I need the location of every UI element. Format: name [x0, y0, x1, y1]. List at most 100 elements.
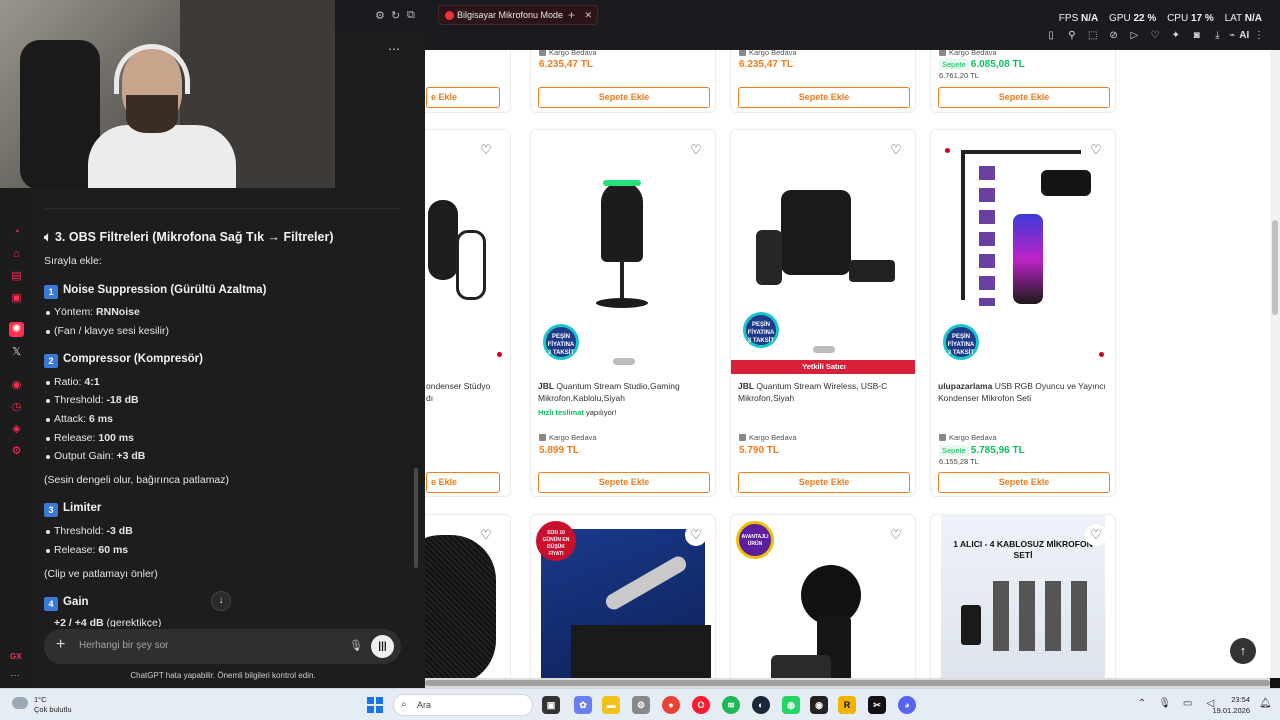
copilot-icon[interactable]: ✿: [574, 696, 592, 714]
chat-input[interactable]: Herhangi bir şey sor: [79, 640, 168, 651]
start-button[interactable]: [367, 697, 383, 713]
sidebar-player-icon[interactable]: ◉: [9, 378, 24, 393]
product-image: [601, 182, 643, 262]
favorite-icon[interactable]: ♡: [1085, 524, 1107, 546]
product-card[interactable]: ♡ PEŞİN FİYATINA 3 TAKSİT ulupazarlama U…: [930, 129, 1116, 497]
product-card[interactable]: ♡: [425, 514, 511, 678]
screenshot-icon[interactable]: ⬚: [1084, 30, 1102, 41]
add-attachment-icon[interactable]: +: [56, 636, 65, 654]
pin-icon[interactable]: ⧉: [407, 9, 415, 22]
chat-scrollbar[interactable]: [414, 468, 418, 568]
product-card[interactable]: ♡ PEŞİN FİYATINA 3 TAKSİT JBL Quantum St…: [530, 129, 716, 497]
new-tab-icon[interactable]: +: [568, 8, 575, 22]
microphone-icon[interactable]: 🎙︎: [349, 639, 363, 652]
fast-delivery-label: Hızlı teslimat yapılıyor!: [538, 408, 617, 417]
favorite-icon[interactable]: ♡: [885, 139, 907, 161]
favorite-icon[interactable]: ♡: [685, 139, 707, 161]
obs-icon[interactable]: ◉: [810, 696, 828, 714]
add-to-cart-button[interactable]: Sepete Ekle: [538, 87, 710, 108]
image-carousel-dots[interactable]: [613, 358, 635, 365]
file-explorer-icon[interactable]: ▬: [602, 696, 620, 714]
add-to-cart-button[interactable]: e Ekle: [426, 472, 500, 493]
ai-button[interactable]: ⌁ AI: [1229, 30, 1249, 41]
bookmark-icon[interactable]: ⚲: [1063, 30, 1081, 41]
scroll-down-button[interactable]: ↓: [211, 591, 231, 611]
heart-icon[interactable]: ♡: [1146, 30, 1164, 41]
network-icon[interactable]: ▭: [1178, 698, 1198, 709]
voice-mode-button[interactable]: |||: [371, 635, 394, 658]
product-card[interactable]: Kargo Bedava Sepete 6.085,08 TL 6.761,20 …: [930, 50, 1116, 113]
sidebar-x-icon[interactable]: 𝕏: [9, 345, 24, 360]
product-card[interactable]: ♡ ondenser Stüdyo dı e Ekle: [425, 129, 511, 497]
adblock-icon[interactable]: ⊘: [1105, 30, 1123, 41]
product-card[interactable]: Kargo Bedava 6.235,47 TL Sepete Ekle: [530, 50, 716, 113]
steam-icon[interactable]: ◐: [752, 696, 770, 714]
product-card[interactable]: AVANTAJLI ÜRÜN ♡: [730, 514, 916, 678]
spotify-icon[interactable]: ≋: [722, 696, 740, 714]
download-icon[interactable]: ⤓: [1208, 30, 1226, 41]
sidebar-bag-icon[interactable]: ⌂: [9, 247, 24, 262]
product-card[interactable]: e Ekle: [425, 50, 511, 113]
chrome-icon[interactable]: ●: [662, 696, 680, 714]
task-view-icon[interactable]: ▣: [542, 696, 560, 714]
filter-heading-gain: 4 Gain: [44, 596, 89, 611]
image-carousel-dots[interactable]: [813, 346, 835, 353]
limiter-note: (Clip ve patlamayı önler): [44, 568, 158, 580]
capcut-icon[interactable]: ✂: [868, 696, 886, 714]
product-card[interactable]: 1 ALICI - 4 KABLOSUZ MİKROFON SETİ ♡: [930, 514, 1116, 678]
opera-gx-icon[interactable]: O: [692, 696, 710, 714]
settings-icon[interactable]: ⚙: [375, 9, 385, 22]
sidebar-more-icon[interactable]: ···: [10, 670, 20, 681]
more-options-icon[interactable]: ⋯: [388, 42, 400, 56]
scroll-to-top-button[interactable]: ↑: [1230, 638, 1256, 664]
sidebar-chat-icon[interactable]: ▤: [9, 269, 24, 284]
discord-icon[interactable]: ◕: [898, 696, 916, 714]
sidebar-ai-icon[interactable]: ◔: [9, 225, 24, 240]
product-card[interactable]: SON 10 GÜNÜN EN DÜŞÜK FİYATI ♡: [530, 514, 716, 678]
whatsapp-icon[interactable]: ◍: [782, 696, 800, 714]
sidebar-messenger-icon[interactable]: ▣: [9, 291, 24, 306]
favorite-icon[interactable]: ♡: [685, 524, 707, 546]
chevron-up-icon[interactable]: ⌃: [1132, 698, 1152, 709]
profile-avatar[interactable]: ◙: [1188, 30, 1206, 41]
product-price: 5.790 TL: [739, 445, 780, 456]
sidebar-toggle-icon[interactable]: ▯: [1042, 30, 1060, 41]
compressor-attack: Attack: 6 ms: [46, 413, 113, 425]
add-to-cart-button[interactable]: Sepete Ekle: [938, 87, 1110, 108]
product-price: 6.235,47 TL: [739, 59, 793, 70]
favorite-icon[interactable]: ♡: [885, 524, 907, 546]
page-scrollbar[interactable]: [1270, 50, 1280, 678]
advantage-badge: AVANTAJLI ÜRÜN: [736, 521, 774, 559]
free-shipping-label: Kargo Bedava: [939, 50, 997, 57]
app-r-icon[interactable]: R: [838, 696, 856, 714]
product-price: 5.899 TL: [539, 445, 580, 456]
taskbar-search[interactable]: ⌕ Ara: [393, 694, 533, 716]
mic-tray-icon[interactable]: 🎙︎: [1155, 698, 1175, 709]
player-icon[interactable]: ▷: [1125, 30, 1143, 41]
add-to-cart-button[interactable]: Sepete Ekle: [738, 472, 910, 493]
add-to-cart-button[interactable]: Sepete Ekle: [738, 87, 910, 108]
product-card[interactable]: Kargo Bedava 6.235,47 TL Sepete Ekle: [730, 50, 916, 113]
chat-composer[interactable]: + Herhangi bir şey sor 🎙︎ |||: [44, 629, 401, 664]
sidebar-chatgpt-icon[interactable]: ✺: [9, 322, 24, 337]
menu-icon[interactable]: ⋮: [1250, 30, 1268, 41]
product-card[interactable]: ♡ PEŞİN FİYATINA 3 TAKSİT Yetkili Satıcı…: [730, 129, 916, 497]
extensions-icon[interactable]: ✦: [1167, 30, 1185, 41]
sidebar-history-icon[interactable]: ◷: [9, 400, 24, 415]
clock[interactable]: 23:54 19.01.2026: [1200, 694, 1250, 716]
favorite-icon[interactable]: ♡: [1085, 139, 1107, 161]
favorite-icon[interactable]: ♡: [475, 139, 497, 161]
notification-bell-icon[interactable]: 🔔︎: [1259, 698, 1272, 709]
reload-icon[interactable]: ↻: [391, 9, 400, 22]
favorite-icon[interactable]: ♡: [475, 524, 497, 546]
limiter-release: Release: 60 ms: [45, 544, 129, 556]
add-to-cart-button[interactable]: Sepete Ekle: [538, 472, 710, 493]
add-to-cart-button[interactable]: e Ekle: [426, 87, 500, 108]
filter-heading-noise: 1 Noise Suppression (Gürültü Azaltma): [44, 284, 266, 299]
close-tab-icon[interactable]: ✕: [584, 6, 592, 24]
settings-app-icon[interactable]: ⚙: [632, 696, 650, 714]
horizontal-scrollbar[interactable]: [425, 678, 1270, 688]
sidebar-pin-icon[interactable]: ◈: [9, 422, 24, 437]
add-to-cart-button[interactable]: Sepete Ekle: [938, 472, 1110, 493]
sidebar-settings-icon[interactable]: ⚙: [9, 444, 24, 459]
